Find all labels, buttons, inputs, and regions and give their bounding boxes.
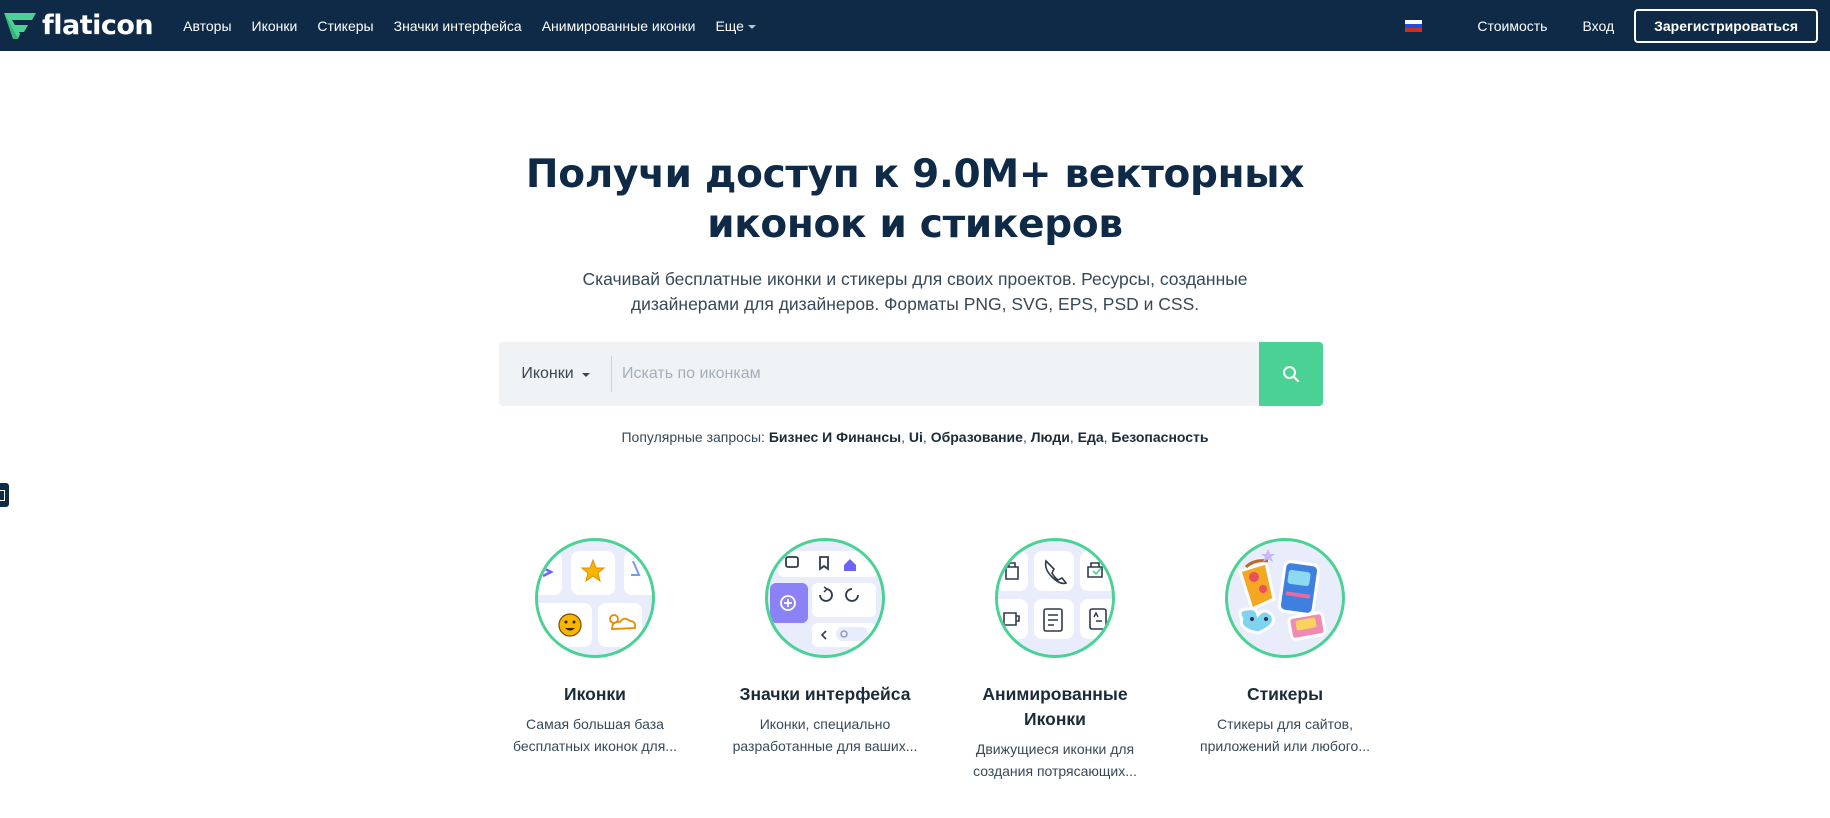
flaticon-logo[interactable]: flaticon — [2, 0, 154, 51]
search-type-label: Иконки — [521, 365, 574, 382]
category-interface-icons[interactable]: Значки интерфейса Иконки, специально раз… — [710, 538, 940, 782]
signup-button[interactable]: Зарегистрироваться — [1634, 8, 1818, 43]
category-description: Стикеры для сайтов, приложений или любог… — [1170, 713, 1400, 757]
category-desc-line2: создания потрясающих... — [973, 763, 1137, 779]
flaticon-logo-icon — [4, 12, 36, 39]
category-desc-line2: бесплатных иконок для... — [513, 738, 677, 754]
search-button[interactable] — [1259, 342, 1323, 406]
popular-label: Популярные запросы: — [621, 429, 765, 445]
popular-tag[interactable]: Образование — [931, 429, 1023, 445]
category-description: Движущиеся иконки для создания потрясающ… — [940, 738, 1170, 782]
logo-wordmark: flaticon — [42, 10, 154, 41]
category-icons[interactable]: Иконки Самая большая база бесплатных ико… — [480, 538, 710, 782]
hero-subtitle: Скачивай бесплатные иконки и стикеры для… — [0, 267, 1830, 317]
category-desc-line1: Иконки, специально — [759, 716, 891, 732]
category-description: Иконки, специально разработанные для ваш… — [710, 713, 940, 757]
hero-title-line1: Получи доступ к 9.0M+ векторных — [525, 152, 1305, 197]
category-title: Анимированные Иконки — [940, 682, 1170, 732]
category-title-line1: Значки интерфейса — [739, 684, 911, 704]
nav-item-authors[interactable]: Авторы — [183, 18, 231, 34]
category-desc-line1: Самая большая база — [526, 716, 664, 732]
category-desc-line1: Движущиеся иконки для — [975, 741, 1135, 757]
nav-item-icons[interactable]: Иконки — [252, 18, 298, 34]
category-animated-icons-image — [995, 538, 1115, 658]
popular-tag[interactable]: Безопасность — [1111, 429, 1208, 445]
chevron-down-icon — [747, 24, 756, 29]
login-link[interactable]: Вход — [1582, 18, 1614, 34]
category-description: Самая большая база бесплатных иконок для… — [480, 713, 710, 757]
category-title: Стикеры — [1170, 682, 1400, 707]
category-title: Иконки — [480, 682, 710, 707]
russia-flag-icon[interactable] — [1405, 19, 1423, 32]
search-bar: Иконки — [499, 342, 1323, 406]
category-title-line1: Анимированные — [982, 684, 1128, 704]
search-icon — [1283, 366, 1300, 383]
top-navbar: flaticon Авторы Иконки Стикеры Значки ин… — [0, 0, 1830, 51]
nav-item-animated-icons[interactable]: Анимированные иконки — [542, 18, 696, 34]
hero-subtitle-line2: дизайнерами для дизайнеров. Форматы PNG,… — [630, 294, 1200, 314]
popular-tag[interactable]: Бизнес И Финансы — [769, 429, 901, 445]
category-title-line1: Стикеры — [1246, 684, 1324, 704]
hero-title: Получи доступ к 9.0M+ векторных иконок и… — [0, 150, 1830, 250]
category-desc-line1: Стикеры для сайтов, — [1217, 716, 1353, 732]
nav-more-label: Еще — [715, 17, 744, 34]
side-feedback-tab[interactable] — [0, 483, 9, 507]
category-icons-image — [535, 538, 655, 658]
category-stickers[interactable]: Стикеры Стикеры для сайтов, приложений и… — [1170, 538, 1400, 782]
category-desc-line2: приложений или любого... — [1200, 738, 1370, 754]
category-title: Значки интерфейса — [710, 682, 940, 707]
category-stickers-image — [1225, 538, 1345, 658]
nav-item-stickers[interactable]: Стикеры — [317, 18, 373, 34]
popular-tag[interactable]: Ui — [909, 429, 923, 445]
search-type-dropdown[interactable]: Иконки — [499, 342, 612, 406]
main-nav: Авторы Иконки Стикеры Значки интерфейса … — [183, 0, 776, 51]
category-title-line1: Иконки — [564, 684, 626, 704]
categories: Иконки Самая большая база бесплатных ико… — [480, 538, 1400, 782]
hero-title-line2: иконок и стикеров — [707, 202, 1123, 247]
category-animated-icons[interactable]: Анимированные Иконки Движущиеся иконки д… — [940, 538, 1170, 782]
chevron-down-icon — [581, 373, 590, 377]
category-desc-line2: разработанные для ваших... — [732, 738, 918, 754]
right-nav: Стоимость Вход Зарегистрироваться — [1405, 0, 1818, 51]
hero-section: Получи доступ к 9.0M+ векторных иконок и… — [0, 150, 1830, 317]
hero-subtitle-line1: Скачивай бесплатные иконки и стикеры для… — [582, 269, 1248, 289]
popular-tag[interactable]: Еда — [1078, 429, 1104, 445]
category-title-line2: Иконки — [1024, 709, 1086, 729]
popular-tag[interactable]: Люди — [1031, 429, 1070, 445]
search-input[interactable] — [612, 342, 1259, 406]
category-interface-icons-image — [765, 538, 885, 658]
pricing-link[interactable]: Стоимость — [1477, 18, 1547, 34]
nav-item-interface-icons[interactable]: Значки интерфейса — [394, 18, 522, 34]
nav-item-more[interactable]: Еще — [715, 18, 756, 34]
popular-searches: Популярные запросы: Бизнес И Финансы, Ui… — [621, 429, 1209, 445]
